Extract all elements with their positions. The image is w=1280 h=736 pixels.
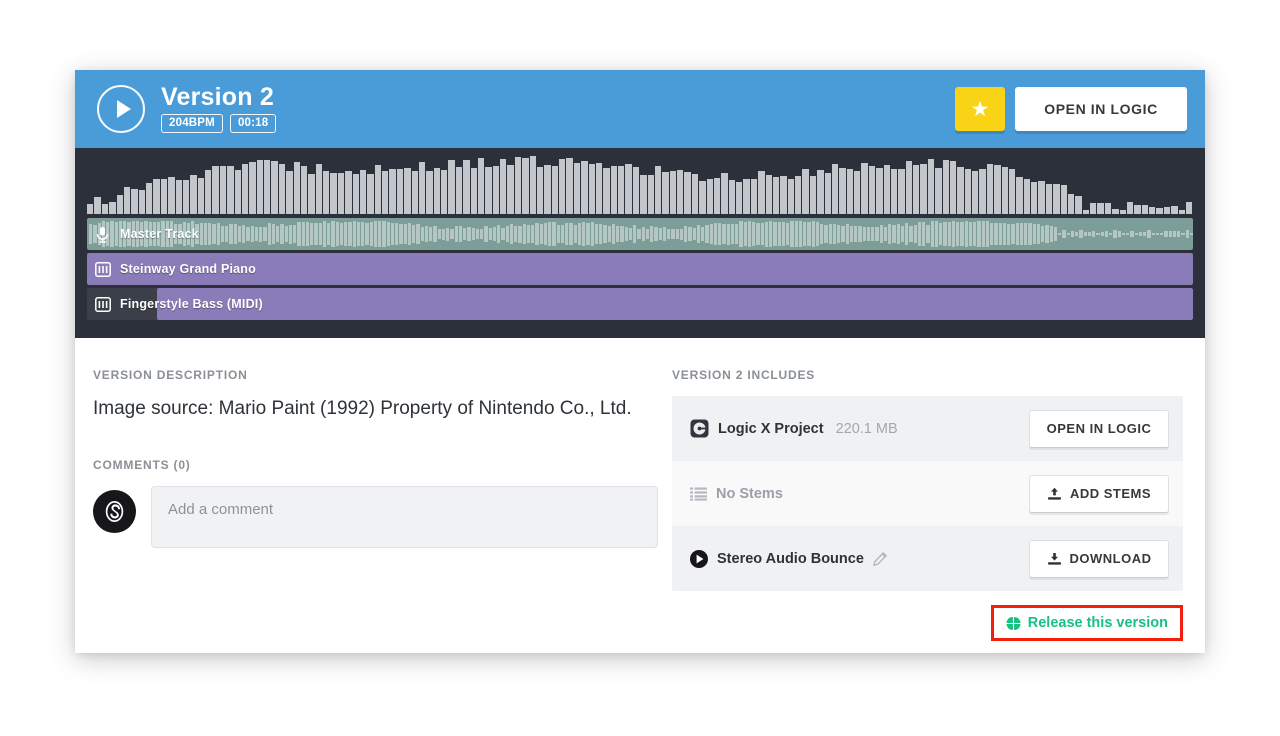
track-name: Steinway Grand Piano [120,262,256,276]
track-clip [157,288,1193,320]
open-in-logic-header-button[interactable]: OPEN IN LOGIC [1015,87,1187,131]
midi-keyboard-icon [93,260,112,279]
star-button[interactable]: ★ [955,87,1005,131]
add-stems-label: ADD STEMS [1069,486,1152,501]
master-waveform[interactable] [75,156,1205,214]
stems-list-icon [690,487,707,501]
left-column: VERSION DESCRIPTION Image source: Mario … [93,368,658,653]
user-avatar-icon [101,497,128,525]
download-button[interactable]: DOWNLOAD [1029,539,1169,578]
includes-row-size: 220.1 MB [835,420,898,437]
play-triangle [116,100,131,118]
includes-row-title: Stereo Audio Bounce [717,550,864,567]
includes-row-info: Stereo Audio Bounce [690,549,1029,568]
page-title: Version 2 [161,82,274,111]
track-list: Master Track Steinway Grand Piano Finger… [87,218,1193,323]
track-waveform [89,221,1193,247]
track-name: Master Track [120,227,199,241]
version-card: Version 2 204BPM 00:18 ★ OPEN IN LOGIC M… [75,70,1205,653]
pencil-icon[interactable] [873,551,887,566]
release-this-version-label: Release this version [1027,615,1168,631]
track-name: Fingerstyle Bass (MIDI) [120,297,263,311]
includes-row-info: Logic X Project 220.1 MB [690,419,1029,438]
release-area: Release this version [672,605,1183,641]
midi-keyboard-icon [93,295,112,314]
version-includes-label: VERSION 2 INCLUDES [672,368,816,382]
header-actions: ★ OPEN IN LOGIC [955,87,1187,131]
play-circle-icon[interactable] [690,549,708,568]
download-icon [1047,552,1062,566]
includes-row-project: Logic X Project 220.1 MB OPEN IN LOGIC [672,396,1183,461]
comment-input[interactable]: Add a comment [151,485,658,548]
track-clip [87,218,1193,250]
version-description-label: VERSION DESCRIPTION [93,368,248,382]
includes-row-title: No Stems [716,485,783,502]
version-description-text: Image source: Mario Paint (1992) Propert… [93,398,632,419]
track-row-master[interactable]: Master Track [87,218,1193,250]
comments-label: COMMENTS (0) [93,457,191,472]
download-label: DOWNLOAD [1069,551,1152,566]
avatar[interactable] [93,489,136,533]
logic-project-icon [690,419,709,438]
bpm-badge: 204BPM [161,113,223,134]
open-in-logic-row-label: OPEN IN LOGIC [1046,421,1152,436]
includes-row-stems: No Stems ADD STEMS [672,461,1183,526]
track-label-group: Fingerstyle Bass (MIDI) [87,288,263,320]
header-title-group: Version 2 204BPM 00:18 [161,82,277,134]
globe-icon [1005,615,1021,631]
open-in-logic-row-button[interactable]: OPEN IN LOGIC [1029,409,1169,448]
star-icon: ★ [970,97,990,121]
track-row-bass[interactable]: Fingerstyle Bass (MIDI) [87,288,1193,320]
track-row-piano[interactable]: Steinway Grand Piano [87,253,1193,285]
release-this-version-button[interactable]: Release this version [990,605,1183,641]
track-label-group: Steinway Grand Piano [87,253,256,285]
comment-composer: Add a comment [93,485,658,548]
add-stems-button[interactable]: ADD STEMS [1029,474,1169,513]
includes-row-bounce: Stereo Audio Bounce DOWNLOAD [672,526,1183,591]
track-label-group: Master Track [87,218,199,250]
includes-row-info: No Stems [690,486,1029,502]
microphone-icon [93,225,112,244]
header-badges: 204BPM 00:18 [161,113,277,134]
includes-list: Logic X Project 220.1 MB OPEN IN LOGIC N… [672,396,1183,591]
play-icon[interactable] [97,85,145,133]
waveform-area[interactable]: Master Track Steinway Grand Piano Finger… [75,148,1205,338]
includes-row-title: Logic X Project [718,420,824,437]
version-header: Version 2 204BPM 00:18 ★ OPEN IN LOGIC [75,70,1205,148]
right-column: VERSION 2 INCLUDES Logic X Project 220.1… [658,368,1183,653]
upload-icon [1047,487,1062,501]
card-body: VERSION DESCRIPTION Image source: Mario … [75,338,1205,653]
duration-badge: 00:18 [229,113,277,134]
